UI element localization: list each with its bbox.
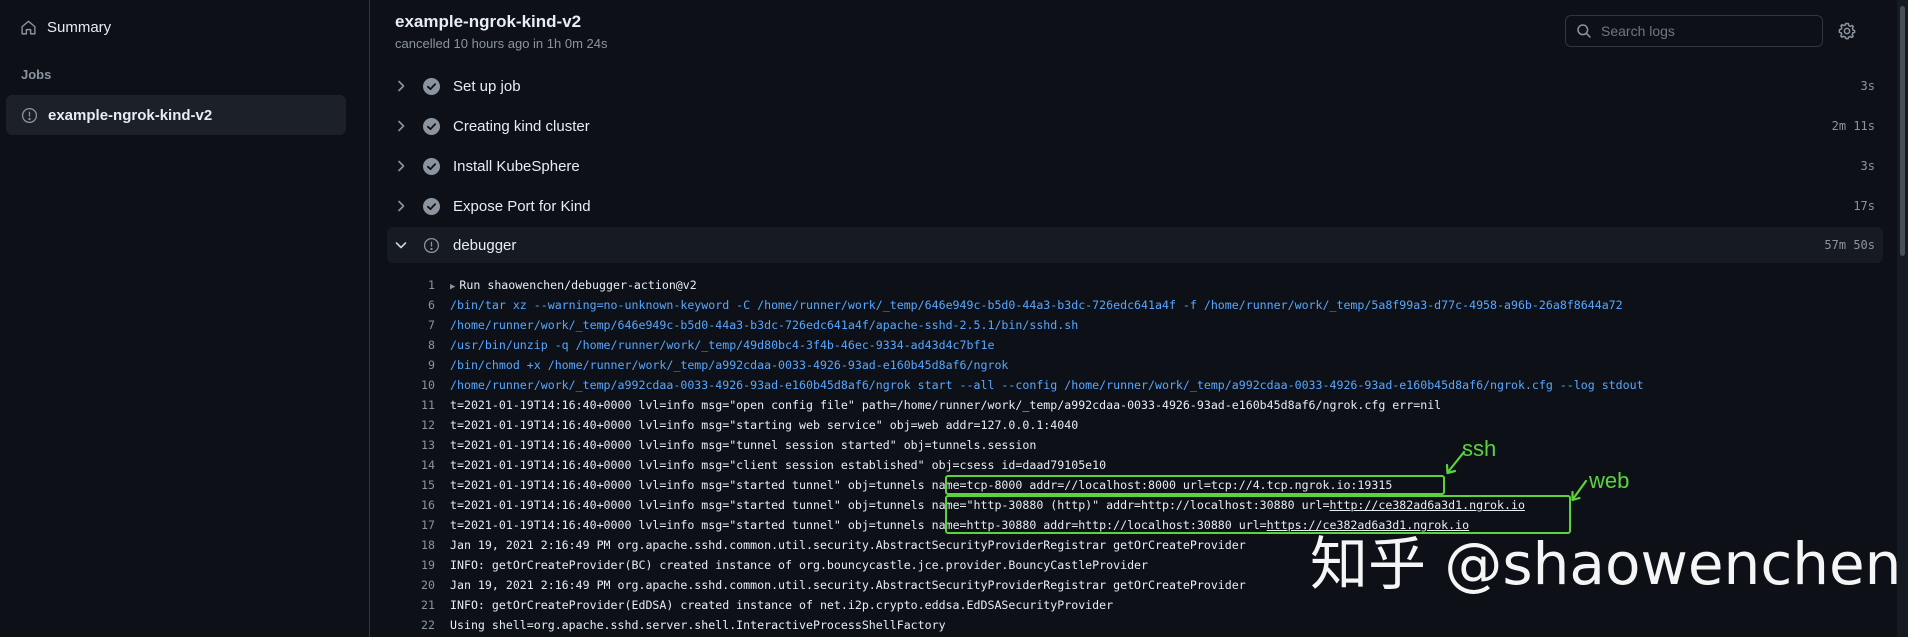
log-line[interactable]: 13 t=2021-01-19T14:16:40+0000 lvl=info ms…	[371, 435, 1908, 455]
step-label: Set up job	[453, 77, 521, 95]
check-circle-icon	[423, 197, 440, 215]
log-line[interactable]: 11 t=2021-01-19T14:16:40+0000 lvl=info ms…	[371, 395, 1908, 415]
step-duration: 3s	[1860, 79, 1875, 93]
step-label: debugger	[453, 236, 517, 254]
search-logs-box[interactable]	[1565, 15, 1823, 47]
log-text: Jan 19, 2021 2:16:49 PM org.apache.sshd.…	[450, 578, 1246, 592]
step-debugger[interactable]: debugger 57m 50s	[387, 227, 1883, 263]
log-text: t=2021-01-19T14:16:40+0000 lvl=info msg=…	[450, 398, 1442, 412]
line-number: 6	[428, 298, 435, 312]
log-text: INFO: getOrCreateProvider(BC) created in…	[450, 558, 1149, 572]
ssh-highlight-box	[945, 475, 1445, 495]
line-number: 10	[421, 378, 435, 392]
home-icon	[21, 20, 36, 35]
run-status-text: cancelled 10 hours ago in 1h 0m 24s	[395, 36, 608, 51]
log-text: /bin/tar xz --warning=no-unknown-keyword…	[450, 298, 1623, 312]
log-line[interactable]: 7/home/runner/work/_temp/646e949c-b5d0-4…	[371, 315, 1908, 335]
log-text: Jan 19, 2021 2:16:49 PM org.apache.sshd.…	[450, 538, 1246, 552]
step-creating-kind-cluster[interactable]: Creating kind cluster 2m 11s	[387, 108, 1883, 144]
check-circle-icon	[423, 157, 440, 175]
line-number: 18	[421, 538, 435, 552]
search-logs-input[interactable]	[1601, 23, 1811, 39]
step-duration: 3s	[1860, 159, 1875, 173]
chevron-right-icon	[398, 200, 405, 212]
check-circle-icon	[423, 117, 440, 135]
log-line[interactable]: 8/usr/bin/unzip -q /home/runner/work/_te…	[371, 335, 1908, 355]
log-line[interactable]: 22 Using shell=org.apache.sshd.server.she…	[371, 615, 1908, 635]
line-number: 14	[421, 458, 435, 472]
sidebar-item-job[interactable]: example-ngrok-kind-v2	[6, 95, 346, 135]
log-text: /bin/chmod +x /home/runner/work/_temp/a9…	[450, 358, 1009, 372]
log-line[interactable]: 10/home/runner/work/_temp/a992cdaa-0033-…	[371, 375, 1908, 395]
line-number: 17	[421, 518, 435, 532]
job-name: example-ngrok-kind-v2	[48, 106, 213, 124]
check-circle-icon	[423, 77, 440, 95]
log-text: /home/runner/work/_temp/a992cdaa-0033-49…	[450, 378, 1644, 392]
step-duration: 2m 11s	[1831, 119, 1875, 133]
log-line[interactable]: 6/bin/tar xz --warning=no-unknown-keywor…	[371, 295, 1908, 315]
expand-triangle-icon[interactable]: ▶	[450, 282, 455, 292]
line-number: 13	[421, 438, 435, 452]
chevron-right-icon	[398, 120, 405, 132]
line-number: 12	[421, 418, 435, 432]
scrollbar-thumb[interactable]	[1900, 6, 1905, 256]
web-annotation-label: web	[1589, 468, 1630, 493]
log-text-prefix: t=2021-01-19T14:16:40+0000 lvl=info msg=…	[450, 518, 932, 532]
jobs-heading: Jobs	[21, 67, 52, 82]
chevron-right-icon	[398, 80, 405, 92]
line-number: 20	[421, 578, 435, 592]
step-label: Install KubeSphere	[453, 157, 580, 175]
step-duration: 57m 50s	[1824, 238, 1875, 252]
log-text: INFO: getOrCreateProvider(EdDSA) created…	[450, 598, 1114, 612]
log-text: Run shaowenchen/debugger-action@v2	[459, 278, 697, 292]
gear-icon[interactable]	[1837, 21, 1857, 41]
log-line[interactable]: 12 t=2021-01-19T14:16:40+0000 lvl=info ms…	[371, 415, 1908, 435]
line-number: 21	[421, 598, 435, 612]
log-text: Using shell=org.apache.sshd.server.shell…	[450, 618, 946, 632]
line-number: 22	[421, 618, 435, 632]
chevron-right-icon	[398, 160, 405, 172]
log-text: /usr/bin/unzip -q /home/runner/work/_tem…	[450, 338, 995, 352]
summary-link[interactable]: Summary	[20, 14, 111, 40]
line-number: 8	[428, 338, 435, 352]
watermark: 知乎 @shaowenchen	[1310, 530, 1902, 598]
ssh-arrow-icon	[1445, 450, 1466, 475]
line-number: 16	[421, 498, 435, 512]
log-text: t=2021-01-19T14:16:40+0000 lvl=info msg=…	[450, 458, 1107, 472]
step-set-up-job[interactable]: Set up job 3s	[387, 68, 1883, 104]
log-text: /home/runner/work/_temp/646e949c-b5d0-44…	[450, 318, 1079, 332]
step-label: Creating kind cluster	[453, 117, 590, 135]
sidebar: Summary Jobs example-ngrok-kind-v2	[0, 0, 370, 637]
page-title: example-ngrok-kind-v2	[395, 12, 582, 31]
log-line[interactable]: 14 t=2021-01-19T14:16:40+0000 lvl=info ms…	[371, 455, 1908, 475]
line-number: 9	[428, 358, 435, 372]
cancelled-icon	[423, 237, 440, 253]
log-text: t=2021-01-19T14:16:40+0000 lvl=info msg=…	[450, 418, 1079, 432]
line-number: 11	[421, 398, 435, 412]
log-text-prefix: t=2021-01-19T14:16:40+0000 lvl=info msg=…	[450, 498, 932, 512]
summary-label: Summary	[47, 18, 112, 36]
step-label: Expose Port for Kind	[453, 197, 591, 215]
line-number: 1	[428, 278, 435, 292]
search-icon	[1577, 24, 1591, 38]
scrollbar[interactable]	[1897, 0, 1908, 637]
log-line[interactable]: 1 ▶ Run shaowenchen/debugger-action@v2	[371, 275, 1908, 295]
log-text: t=2021-01-19T14:16:40+0000 lvl=info msg=…	[450, 438, 1037, 452]
line-number: 15	[421, 478, 435, 492]
cancelled-icon	[21, 107, 38, 123]
step-expose-port[interactable]: Expose Port for Kind 17s	[387, 188, 1883, 224]
step-duration: 17s	[1853, 199, 1875, 213]
web-arrow-icon	[1571, 479, 1588, 502]
log-line[interactable]: 9/bin/chmod +x /home/runner/work/_temp/a…	[371, 355, 1908, 375]
step-install-kubesphere[interactable]: Install KubeSphere 3s	[387, 148, 1883, 184]
line-number: 19	[421, 558, 435, 572]
log-text-prefix: t=2021-01-19T14:16:40+0000 lvl=info msg=…	[450, 478, 932, 492]
chevron-down-icon	[395, 242, 407, 249]
line-number: 7	[428, 318, 435, 332]
